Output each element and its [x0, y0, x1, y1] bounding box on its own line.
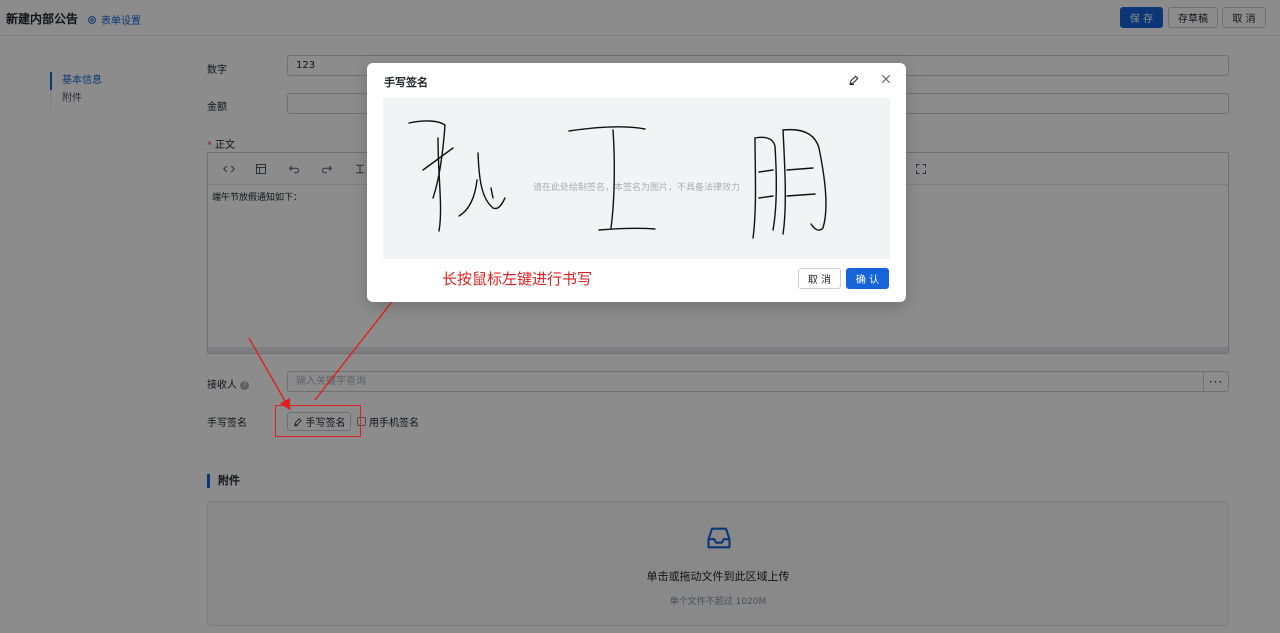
- close-icon[interactable]: [880, 73, 892, 85]
- annotation-highlight-box: [275, 405, 361, 437]
- modal-confirm-button[interactable]: 确 认: [846, 268, 889, 289]
- handwriting-strokes: [408, 120, 827, 239]
- annotation-text: 长按鼠标左键进行书写: [442, 270, 593, 288]
- signature-canvas[interactable]: 请在此处绘制签名，本签名为图片，不具备法律效力: [383, 98, 890, 259]
- modal-cancel-button[interactable]: 取 消: [798, 268, 841, 289]
- signature-modal: 手写签名 请在此处绘制签名，本签名为图片，不具备法律效力 取 消 确 认: [367, 63, 906, 302]
- pen-icon[interactable]: [848, 74, 860, 86]
- modal-title: 手写签名: [384, 76, 428, 89]
